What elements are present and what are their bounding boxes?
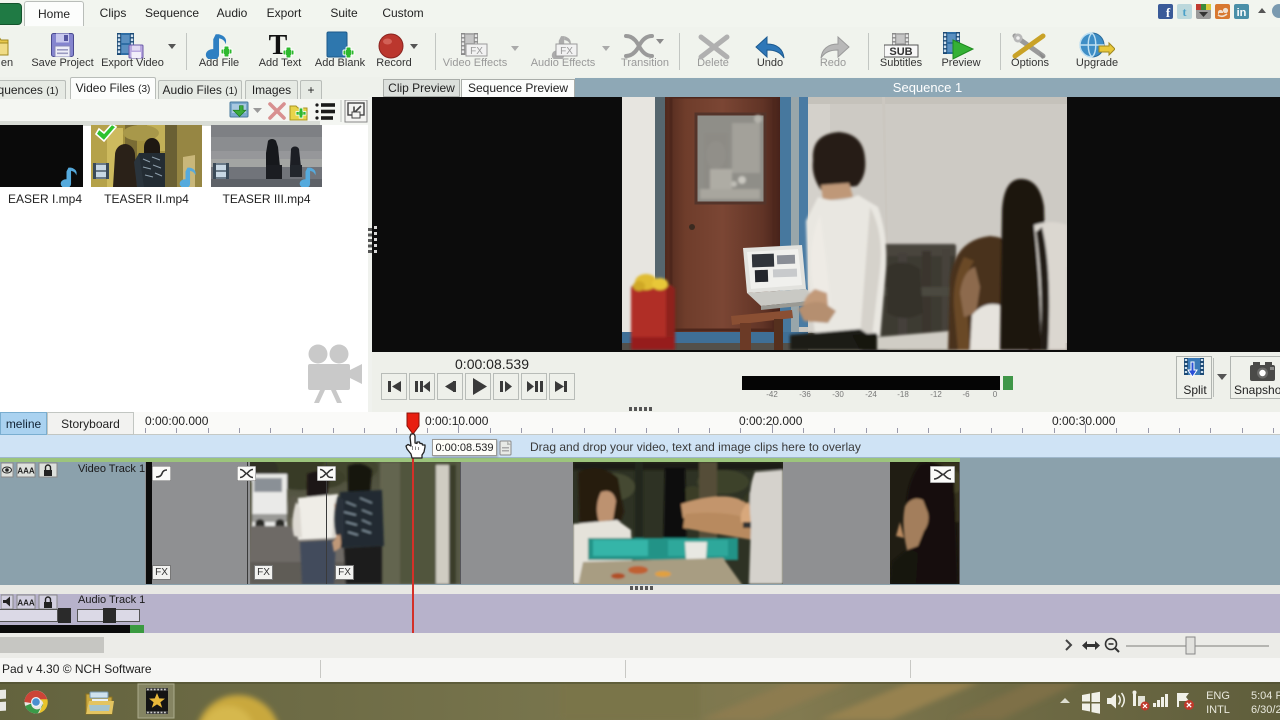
svg-text:AAA: AAA	[17, 599, 35, 608]
svg-text:-24: -24	[865, 390, 877, 399]
svg-text:-18: -18	[897, 390, 909, 399]
svg-text:FX: FX	[560, 46, 573, 57]
svg-text:AAA: AAA	[17, 467, 35, 476]
svg-text:5:04 P: 5:04 P	[1251, 690, 1280, 702]
svg-text:-12: -12	[930, 390, 942, 399]
svg-text:SUB: SUB	[889, 46, 912, 58]
svg-text:f: f	[1166, 5, 1171, 20]
svg-text:-6: -6	[962, 390, 970, 399]
svg-text:INTL: INTL	[1206, 704, 1230, 716]
svg-text:FX: FX	[470, 46, 483, 57]
svg-text:-42: -42	[766, 390, 778, 399]
svg-text:-30: -30	[832, 390, 844, 399]
svg-text:t: t	[1183, 5, 1187, 19]
svg-text:0: 0	[993, 390, 998, 399]
svg-text:in: in	[1237, 7, 1247, 19]
svg-text:-36: -36	[799, 390, 811, 399]
svg-text:6/30/2: 6/30/2	[1251, 704, 1280, 716]
svg-text:ENG: ENG	[1206, 690, 1230, 702]
